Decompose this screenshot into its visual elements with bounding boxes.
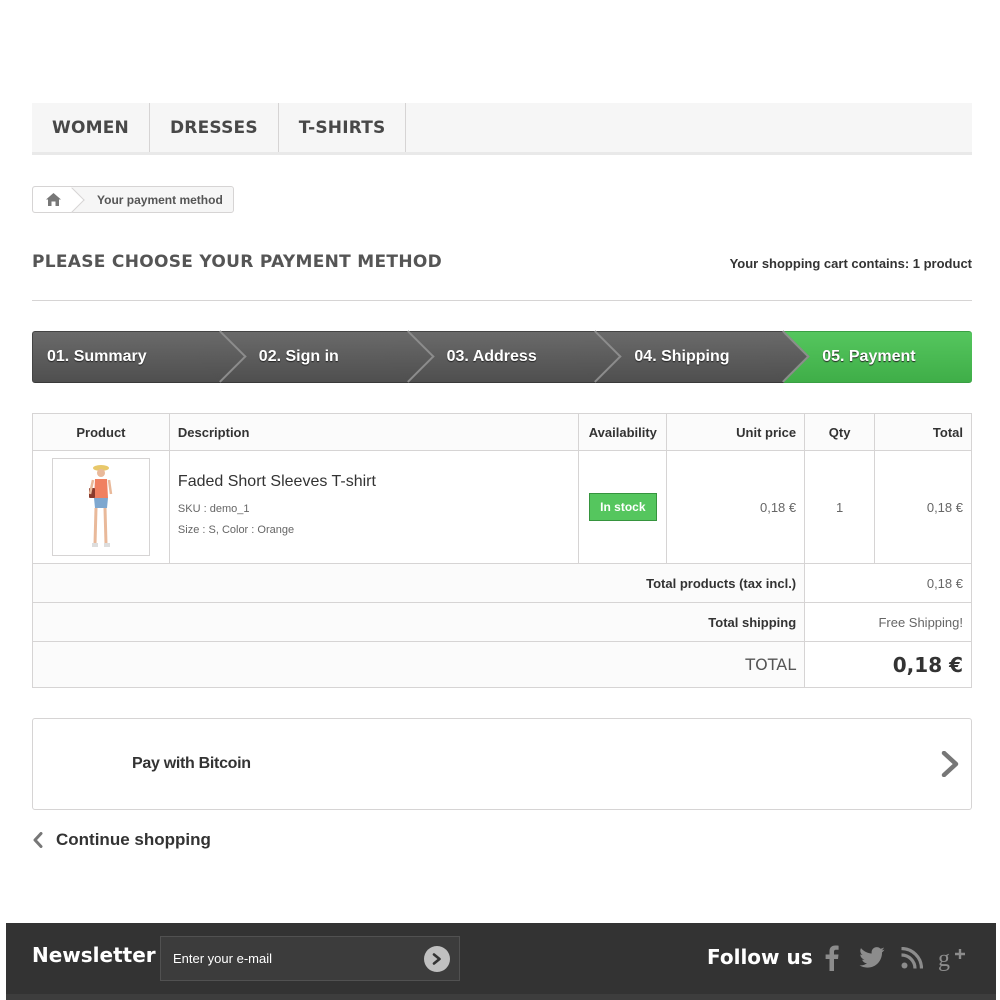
menu-item-dresses[interactable]: DRESSES (150, 103, 279, 152)
step-label: 03. Address (446, 348, 537, 365)
breadcrumb: Your payment method (32, 186, 234, 213)
total-shipping-row: Total shipping Free Shipping! (31, 602, 972, 642)
step-summary[interactable]: 01. Summary (32, 330, 247, 383)
google-plus-icon[interactable]: g (936, 943, 968, 973)
step-label: 05. Payment (822, 348, 916, 365)
footer: Newsletter Follow us g (6, 923, 996, 1000)
twitter-icon[interactable] (857, 943, 887, 973)
newsletter-submit-button[interactable] (424, 946, 450, 972)
top-menu: WOMEN DRESSES T-SHIRTS (32, 103, 972, 155)
grand-total-value: 0,18 € (804, 641, 972, 688)
step-shipping[interactable]: 04. Shipping (596, 330, 810, 383)
step-address[interactable]: 03. Address (408, 330, 623, 383)
checkout-steps: 01. Summary 02. Sign in 03. Address 04. … (32, 330, 972, 383)
product-image-cell (32, 450, 170, 564)
cart-summary-table: Product Description Availability Unit pr… (31, 413, 972, 688)
rss-icon[interactable] (899, 943, 925, 973)
continue-shopping-link[interactable]: Continue shopping (32, 830, 211, 850)
header-qty: Qty (804, 413, 876, 451)
home-icon (45, 193, 61, 206)
step-label: 02. Sign in (258, 348, 339, 365)
grand-total-row: TOTAL 0,18 € (31, 641, 972, 688)
breadcrumb-current: Your payment method (97, 192, 223, 207)
total-shipping-label: Total shipping (31, 602, 806, 642)
step-label: 01. Summary (47, 348, 147, 365)
newsletter-email-input[interactable] (160, 936, 460, 981)
newsletter-title: Newsletter (32, 943, 156, 967)
arrow-right-icon (432, 953, 441, 965)
line-total-cell: 0,18 € (874, 450, 972, 564)
total-products-value: 0,18 € (804, 563, 972, 603)
unit-price-cell: 0,18 € (666, 450, 806, 564)
qty-cell: 1 (804, 450, 876, 564)
step-payment[interactable]: 05. Payment (784, 331, 972, 383)
chevron-right-icon (941, 751, 959, 777)
svg-text:g: g (938, 946, 950, 971)
table-row: Faded Short Sleeves T-shirt SKU : demo_1… (32, 450, 972, 564)
continue-shopping-label: Continue shopping (56, 830, 211, 849)
total-products-row: Total products (tax incl.) 0,18 € (31, 563, 972, 603)
availability-badge: In stock (589, 493, 657, 521)
header-description: Description (168, 413, 580, 451)
product-photo (88, 465, 113, 547)
pay-with-bitcoin-option[interactable]: Pay with Bitcoin (32, 718, 972, 810)
menu-item-tshirts[interactable]: T-SHIRTS (279, 103, 407, 152)
header-total: Total (874, 413, 972, 451)
header-availability: Availability (578, 413, 668, 451)
page-title: PLEASE CHOOSE YOUR PAYMENT METHOD (32, 252, 443, 272)
product-thumbnail[interactable] (51, 458, 150, 556)
product-name-link[interactable]: Faded Short Sleeves T-shirt (178, 473, 578, 491)
total-shipping-value: Free Shipping! (804, 602, 972, 642)
product-sku: SKU : demo_1 (177, 503, 250, 515)
follow-us-title: Follow us (707, 945, 813, 969)
step-sign-in[interactable]: 02. Sign in (220, 330, 435, 383)
product-description-cell: Faded Short Sleeves T-shirt SKU : demo_1… (168, 450, 580, 564)
chevron-left-icon (33, 832, 43, 848)
footer-bottom-bar (6, 994, 996, 1000)
breadcrumb-home-link[interactable] (33, 187, 73, 212)
cart-count: Your shopping cart contains: 1 product (729, 256, 972, 271)
header-unit-price: Unit price (666, 413, 806, 451)
menu-item-women[interactable]: WOMEN (32, 103, 150, 152)
product-attributes: Size : S, Color : Orange (177, 524, 295, 536)
availability-cell: In stock (578, 450, 668, 564)
grand-total-label: TOTAL (31, 641, 806, 688)
facebook-icon[interactable] (821, 943, 843, 973)
header-product: Product (32, 413, 170, 451)
heading-divider (32, 300, 972, 301)
table-header-row: Product Description Availability Unit pr… (32, 413, 972, 451)
step-label: 04. Shipping (634, 348, 730, 365)
total-products-label: Total products (tax incl.) (31, 563, 806, 603)
payment-option-label: Pay with Bitcoin (132, 755, 251, 772)
